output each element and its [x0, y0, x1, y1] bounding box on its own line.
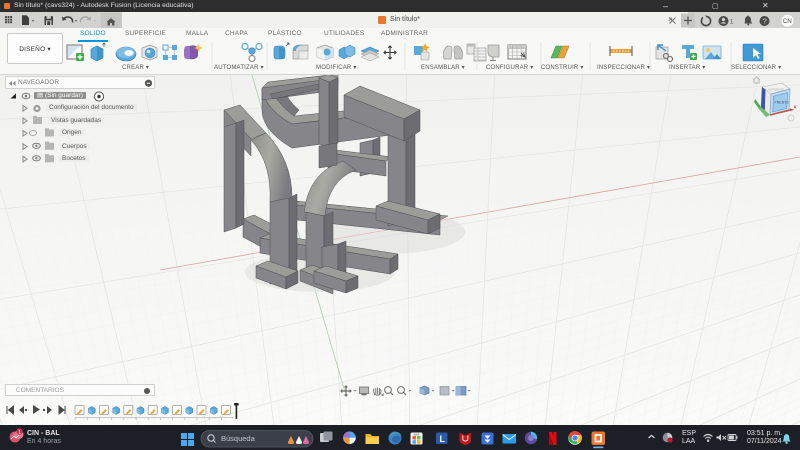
svg-text:L: L — [440, 434, 446, 444]
svg-text:?: ? — [763, 17, 767, 26]
svg-text:Búsqueda: Búsqueda — [221, 434, 256, 443]
svg-text:CN: CN — [783, 18, 793, 25]
svg-text:1: 1 — [730, 20, 734, 26]
svg-text:FRENTE: FRENTE — [775, 101, 790, 105]
svg-text:SUPERIOR: SUPERIOR — [768, 88, 785, 92]
svg-text:X: X — [794, 105, 797, 110]
